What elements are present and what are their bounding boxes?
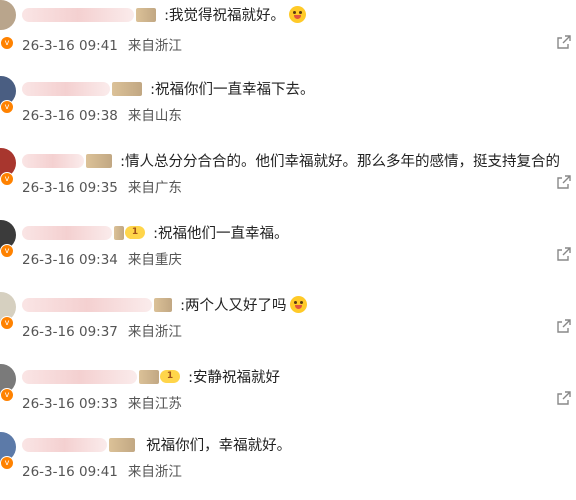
verified-icon: v [0, 316, 14, 330]
comment-text: 祝福你们，幸福就好。 [146, 438, 292, 454]
comment-location: 来自山东 [127, 108, 182, 124]
verified-icon: v [0, 244, 14, 258]
comment-text: :两个人又好了吗 [180, 298, 287, 314]
user-badge-icon [114, 225, 124, 240]
comment-text: :情人总分分合合的。他们幸福就好。那么多年的感情，挺支持复合的 [120, 154, 560, 170]
comment-date: 26-3-16 09:37 [22, 324, 118, 340]
share-icon[interactable] [556, 390, 572, 406]
verified-icon: v [0, 172, 14, 186]
username[interactable] [22, 153, 84, 168]
comment-date: 26-3-16 09:38 [22, 108, 118, 124]
comment-date: 26-3-16 09:41 [22, 464, 118, 480]
username[interactable] [22, 297, 152, 312]
comment-row: v :我觉得祝福就好。 26-3-16 09:41 来自浙江 [0, 0, 576, 72]
comment-date: 26-3-16 09:33 [22, 396, 118, 412]
comment-date: 26-3-16 09:34 [22, 252, 118, 268]
share-icon[interactable] [556, 318, 572, 334]
username[interactable] [22, 7, 134, 22]
comment-location: 来自江苏 [127, 396, 182, 412]
comment-location: 来自浙江 [127, 324, 182, 340]
user-badge-icon [86, 153, 112, 168]
user-badge-icon [136, 7, 156, 22]
username[interactable] [22, 437, 107, 452]
comment-location: 来自浙江 [127, 464, 182, 480]
comment-row: v 祝福你们，幸福就好。 26-3-16 09:41 来自浙江 [0, 428, 576, 500]
level-badge-icon: 1 [125, 226, 145, 239]
comment-text: :我觉得祝福就好。 [164, 8, 285, 24]
laughing-emoji-icon [290, 296, 308, 313]
level-badge-icon: 1 [160, 370, 180, 383]
comment-row: v :情人总分分合合的。他们幸福就好。那么多年的感情，挺支持复合的 26-3-1… [0, 144, 576, 216]
verified-icon: v [0, 456, 14, 470]
share-icon[interactable] [556, 246, 572, 262]
share-icon[interactable] [556, 174, 572, 190]
username[interactable] [22, 225, 112, 240]
comment-row: v :两个人又好了吗 26-3-16 09:37 来自浙江 [0, 288, 576, 360]
avatar[interactable] [0, 0, 16, 30]
user-badge-icon [139, 369, 159, 384]
verified-icon: v [0, 36, 14, 50]
grinning-emoji-icon [288, 6, 306, 23]
share-icon[interactable] [556, 34, 572, 50]
comment-text: :祝福他们一直幸福。 [153, 226, 289, 242]
username[interactable] [22, 81, 110, 96]
username[interactable] [22, 369, 137, 384]
comment-row: v :祝福你们一直幸福下去。 26-3-16 09:38 来自山东 [0, 72, 576, 144]
comment-text: :安静祝福就好 [188, 370, 280, 386]
comment-location: 来自重庆 [127, 252, 182, 268]
comment-location: 来自广东 [127, 180, 182, 196]
comment-text: :祝福你们一直幸福下去。 [150, 82, 315, 98]
comment-row: v 1 :安静祝福就好 26-3-16 09:33 来自江苏 [0, 360, 576, 432]
comment-location: 来自浙江 [127, 38, 182, 54]
user-badge-icon [109, 437, 135, 452]
comment-date: 26-3-16 09:35 [22, 180, 118, 196]
verified-icon: v [0, 100, 14, 114]
verified-icon: v [0, 388, 14, 402]
user-badge-icon [154, 297, 172, 312]
comment-row: v 1 :祝福他们一直幸福。 26-3-16 09:34 来自重庆 [0, 216, 576, 288]
comment-date: 26-3-16 09:41 [22, 38, 118, 54]
user-badge-icon [112, 81, 142, 96]
